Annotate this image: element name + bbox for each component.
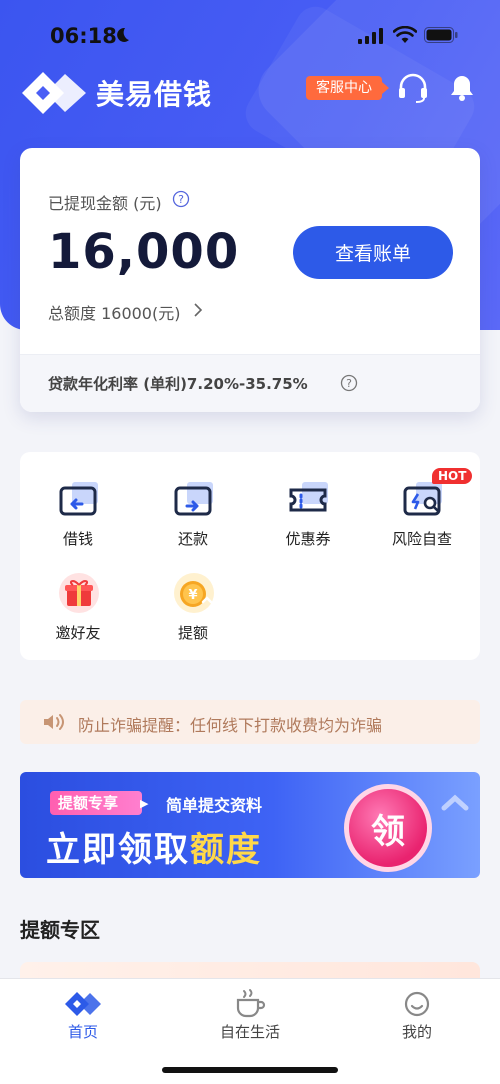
banner-headline-prefix: 立即领取 <box>46 830 190 870</box>
tab-label: 自在生活 <box>219 1023 280 1041</box>
tab-profile[interactable]: 我的 <box>334 979 500 1059</box>
brand-logo-icon <box>22 72 86 114</box>
menu-item-coupon[interactable]: 优惠券 <box>258 452 358 548</box>
section-title: 提额专区 <box>20 918 100 942</box>
coupon-icon <box>289 482 328 512</box>
svg-text:?: ? <box>346 377 352 390</box>
headset-icon[interactable] <box>396 72 430 104</box>
question-icon[interactable]: ? <box>172 190 190 208</box>
moon-icon <box>117 27 129 42</box>
menu-item-raise-limit[interactable]: ¥ 提额 <box>143 546 243 642</box>
promo-banner[interactable]: 提额专享 ▶ 简单提交资料 立即领取额度 领 <box>20 772 480 878</box>
quick-menu: 借钱 还款 优惠券 风险自查 邀好友 ¥ 提额 <box>20 452 480 660</box>
coffee-cup-icon <box>236 989 266 1018</box>
hot-badge: HOT <box>432 468 473 484</box>
menu-label: 邀好友 <box>55 624 101 642</box>
tab-label: 首页 <box>67 1023 98 1041</box>
status-time: 06:18 <box>50 24 117 48</box>
wifi-icon <box>393 26 417 43</box>
tab-home[interactable]: 首页 <box>0 979 166 1059</box>
coin-icon: ¥ <box>174 573 214 613</box>
menu-label: 提额 <box>177 624 208 642</box>
tab-label: 我的 <box>401 1023 432 1041</box>
banner-headline-highlight: 额度 <box>190 830 262 870</box>
gift-icon <box>59 573 99 613</box>
brand-name: 美易借钱 <box>96 78 213 111</box>
up-arrow-icon <box>441 794 469 811</box>
repay-icon <box>174 482 213 516</box>
status-bar: 06:18 <box>0 0 500 72</box>
home-logo-icon <box>65 992 101 1016</box>
rate-footer: 贷款年化利率 (单利)7.20%-35.75% ? <box>20 354 480 412</box>
menu-item-invite[interactable]: 邀好友 <box>28 546 128 642</box>
interest-rate-text: 贷款年化利率 (单利)7.20%-35.75% <box>48 375 308 393</box>
menu-label: 风险自查 <box>391 530 452 548</box>
tab-lifestyle[interactable]: 自在生活 <box>167 979 333 1059</box>
chevron-right-icon[interactable] <box>192 302 204 318</box>
menu-item-borrow[interactable]: 借钱 <box>28 452 128 548</box>
svg-text:?: ? <box>178 193 184 206</box>
notice-text: 防止诈骗提醒：任何线下打款收费均为诈骗 <box>78 716 383 735</box>
view-bill-button[interactable]: 查看账单 <box>293 226 453 279</box>
menu-label: 优惠券 <box>285 530 331 548</box>
claim-circle-button[interactable]: 领 <box>344 784 432 872</box>
bell-icon[interactable] <box>448 73 476 103</box>
banner-tag: 提额专享 <box>50 791 143 815</box>
fraud-notice[interactable]: 防止诈骗提醒：任何线下打款收费均为诈骗 <box>20 700 480 744</box>
question-icon[interactable]: ? <box>340 374 358 392</box>
customer-service-button[interactable]: 客服中心 <box>306 76 389 100</box>
withdrawn-amount: 16,000 <box>48 224 240 280</box>
cellular-signal-icon <box>358 28 383 44</box>
borrow-icon <box>59 482 98 516</box>
banner-subtitle: 简单提交资料 <box>166 796 263 815</box>
banner-headline: 立即领取额度 <box>46 822 262 871</box>
total-limit-text[interactable]: 总额度 16000(元) <box>48 300 180 324</box>
menu-item-repay[interactable]: 还款 <box>143 452 243 548</box>
battery-icon <box>424 27 458 43</box>
menu-item-risk-check[interactable]: 风险自查 <box>372 452 472 548</box>
play-arrow-icon: ▶ <box>140 797 149 810</box>
speaker-icon <box>44 714 64 730</box>
home-indicator[interactable] <box>162 1067 338 1073</box>
risk-check-icon <box>403 482 442 516</box>
svg-text:¥: ¥ <box>188 588 197 603</box>
profile-icon <box>404 991 430 1017</box>
withdrawn-amount-label: 已提现金额 (元) <box>48 194 162 213</box>
balance-card: 已提现金额 (元) ? 16,000 查看账单 总额度 16000(元) 贷款年… <box>20 148 480 412</box>
